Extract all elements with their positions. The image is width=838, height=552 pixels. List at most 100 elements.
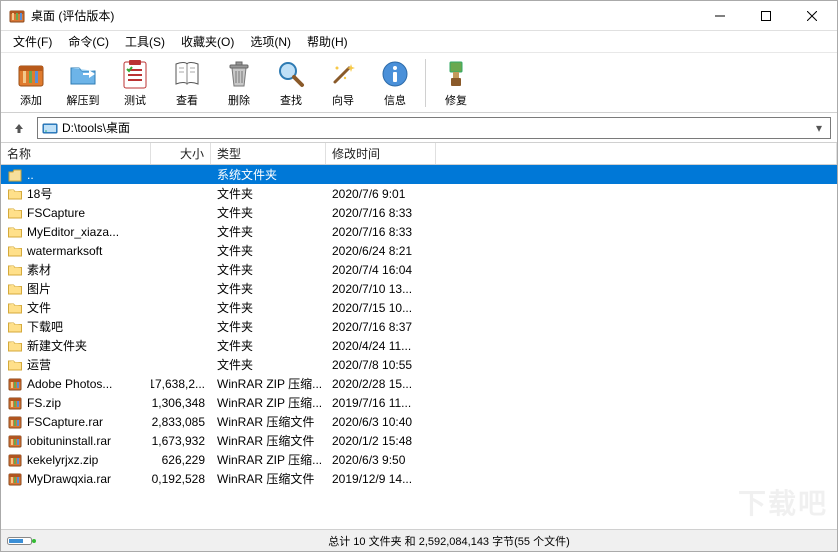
cell-name: 图片 [1,280,151,297]
toolbtn-label: 查找 [280,92,302,108]
search-icon [275,58,307,90]
column-header-size[interactable]: 大小 [151,143,211,164]
file-row[interactable]: Adobe Photos...217,638,2...WinRAR ZIP 压缩… [1,374,837,393]
info-icon [379,58,411,90]
cell-type: 文件夹 [211,242,326,259]
folder-icon [7,186,23,202]
book-icon [171,58,203,90]
file-row[interactable]: 18号文件夹2020/7/6 9:01 [1,184,837,203]
cell-type: 系统文件夹 [211,166,326,183]
up-button[interactable] [7,117,31,139]
file-row[interactable]: 素材文件夹2020/7/4 16:04 [1,260,837,279]
path-input[interactable] [62,121,812,135]
menubar: 文件(F)命令(C)工具(S)收藏夹(O)选项(N)帮助(H) [1,31,837,53]
file-row[interactable]: 图片文件夹2020/7/10 13... [1,279,837,298]
file-row[interactable]: iobituninstall.rar21,673,932WinRAR 压缩文件2… [1,431,837,450]
file-name-text: MyEditor_xiaza... [27,225,119,239]
file-name-text: 素材 [27,261,51,278]
file-row[interactable]: ..系统文件夹 [1,165,837,184]
column-header-type[interactable]: 类型 [211,143,326,164]
toolbtn-label: 查看 [176,92,198,108]
titlebar: 桌面 (评估版本) [1,1,837,31]
file-name-text: watermarksoft [27,244,102,258]
cell-type: WinRAR ZIP 压缩... [211,375,326,392]
cell-type: WinRAR 压缩文件 [211,413,326,430]
column-headers: 名称大小类型修改时间 [1,143,837,165]
menu-item-3[interactable]: 收藏夹(O) [173,31,242,52]
cell-modified: 2020/2/28 15... [326,377,436,391]
menu-item-0[interactable]: 文件(F) [5,31,60,52]
close-button[interactable] [789,1,835,30]
toolbtn-label: 添加 [20,92,42,108]
folder-icon [7,243,23,259]
file-name-text: FSCapture.rar [27,415,103,429]
cell-modified: 2020/7/10 13... [326,282,436,296]
file-row[interactable]: 文件文件夹2020/7/15 10... [1,298,837,317]
toolbtn-add[interactable]: 添加 [5,55,57,111]
cell-name: MyEditor_xiaza... [1,224,151,240]
toolbtn-label: 信息 [384,92,406,108]
minimize-button[interactable] [697,1,743,30]
cell-name: iobituninstall.rar [1,433,151,449]
toolbtn-wizard[interactable]: 向导 [317,55,369,111]
menu-item-2[interactable]: 工具(S) [117,31,173,52]
column-header-name[interactable]: 名称 [1,143,151,164]
toolbtn-find[interactable]: 查找 [265,55,317,111]
archive-icon [15,58,47,90]
path-input-box[interactable]: ▾ [37,117,831,139]
toolbtn-label: 测试 [124,92,146,108]
file-name-text: 下载吧 [27,318,63,335]
toolbar-separator [425,59,426,107]
file-name-text: 18号 [27,185,52,202]
file-name-text: iobituninstall.rar [27,434,111,448]
menu-item-4[interactable]: 选项(N) [242,31,299,52]
file-row[interactable]: 运营文件夹2020/7/8 10:55 [1,355,837,374]
address-bar: ▾ [1,113,837,143]
toolbtn-label: 删除 [228,92,250,108]
column-header-spacer [436,143,837,164]
file-row[interactable]: watermarksoft文件夹2020/6/24 8:21 [1,241,837,260]
cell-type: 文件夹 [211,318,326,335]
file-row[interactable]: 新建文件夹文件夹2020/4/24 11... [1,336,837,355]
drive-icon [42,120,58,136]
cell-type: WinRAR 压缩文件 [211,470,326,487]
file-name-text: FSCapture [27,206,85,220]
file-list[interactable]: ..系统文件夹18号文件夹2020/7/6 9:01FSCapture文件夹20… [1,165,837,529]
list-check-icon [119,58,151,90]
file-row[interactable]: FSCapture文件夹2020/7/16 8:33 [1,203,837,222]
menu-item-5[interactable]: 帮助(H) [299,31,356,52]
file-name-text: 运营 [27,356,51,373]
cell-modified: 2020/7/16 8:37 [326,320,436,334]
toolbtn-delete[interactable]: 删除 [213,55,265,111]
up-icon [7,167,23,183]
file-name-text: kekelyrjxz.zip [27,453,98,467]
menu-item-1[interactable]: 命令(C) [60,31,117,52]
path-dropdown-arrow[interactable]: ▾ [812,121,826,135]
cell-name: Adobe Photos... [1,376,151,392]
file-row[interactable]: MyDrawqxia.rar60,192,528WinRAR 压缩文件2019/… [1,469,837,488]
wand-icon [327,58,359,90]
toolbtn-repair[interactable]: 修复 [430,55,482,111]
column-header-modified[interactable]: 修改时间 [326,143,436,164]
file-row[interactable]: FS.zip1,306,348WinRAR ZIP 压缩...2019/7/16… [1,393,837,412]
status-text: 总计 10 文件夹 和 2,592,084,143 字节(55 个文件) [67,533,831,549]
trash-icon [223,58,255,90]
cell-type: WinRAR ZIP 压缩... [211,451,326,468]
cell-modified: 2020/6/3 10:40 [326,415,436,429]
status-left [7,535,67,547]
file-row[interactable]: MyEditor_xiaza...文件夹2020/7/16 8:33 [1,222,837,241]
status-bar: 总计 10 文件夹 和 2,592,084,143 字节(55 个文件) [1,529,837,551]
file-row[interactable]: 下载吧 文件夹2020/7/16 8:37 [1,317,837,336]
toolbtn-extract[interactable]: 解压到 [57,55,109,111]
file-row[interactable]: kekelyrjxz.zip626,229WinRAR ZIP 压缩...202… [1,450,837,469]
cell-size: 626,229 [151,453,211,467]
toolbtn-view[interactable]: 查看 [161,55,213,111]
cell-name: 18号 [1,185,151,202]
toolbtn-info[interactable]: 信息 [369,55,421,111]
file-name-text: MyDrawqxia.rar [27,472,111,486]
folder-icon [7,281,23,297]
toolbtn-test[interactable]: 测试 [109,55,161,111]
cell-name: MyDrawqxia.rar [1,471,151,487]
maximize-button[interactable] [743,1,789,30]
file-row[interactable]: FSCapture.rar2,833,085WinRAR 压缩文件2020/6/… [1,412,837,431]
